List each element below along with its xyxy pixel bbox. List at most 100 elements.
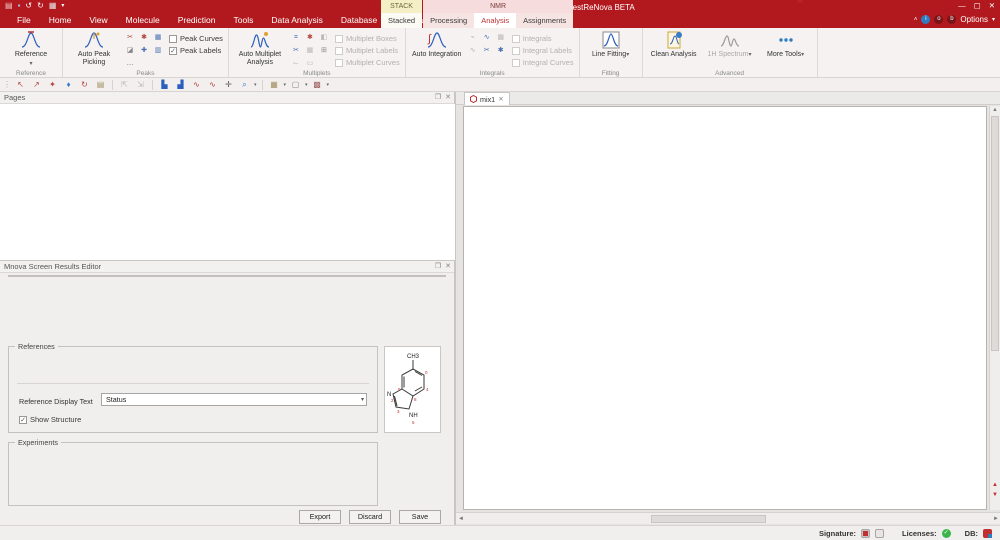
- menu-file[interactable]: File: [8, 14, 40, 26]
- clipboard-icon[interactable]: [875, 529, 884, 538]
- qat-dropdown-icon[interactable]: ▾: [61, 2, 64, 9]
- minimize-icon[interactable]: —: [958, 1, 966, 10]
- scroll-right-icon[interactable]: ►: [993, 513, 999, 525]
- rotate-icon[interactable]: ↻: [78, 80, 91, 89]
- menu-tools[interactable]: Tools: [225, 14, 263, 26]
- discard-button[interactable]: Discard: [349, 510, 391, 524]
- line-fitting-button[interactable]: Line Fitting▾: [585, 30, 637, 68]
- menu-molecule[interactable]: Molecule: [117, 14, 169, 26]
- notifications-icon[interactable]: o: [934, 15, 943, 24]
- undo-icon[interactable]: ↺: [25, 1, 32, 10]
- menu-data-analysis[interactable]: Data Analysis: [262, 14, 332, 26]
- checkbox-peak-labels[interactable]: Peak Labels: [169, 46, 223, 55]
- shrink-icon[interactable]: ⇲: [134, 80, 147, 89]
- curve-icon[interactable]: ∿: [190, 80, 203, 89]
- grid-icon[interactable]: ▩: [311, 80, 324, 89]
- dropdown-arrow-icon[interactable]: ▾: [254, 82, 257, 88]
- close-tab-icon[interactable]: ✕: [498, 95, 503, 103]
- reference-button[interactable]: Reference ▾: [5, 30, 57, 68]
- tab-assignments[interactable]: Assignments: [516, 13, 573, 28]
- checkbox-integral-curves[interactable]: Integral Curves: [512, 58, 574, 67]
- checkbox-multiplet-curves[interactable]: Multiplet Curves: [335, 58, 400, 67]
- peaks-view2-icon[interactable]: ▟: [174, 80, 187, 89]
- close-panel-icon[interactable]: ✕: [445, 261, 451, 273]
- print-icon[interactable]: ▦: [49, 1, 57, 10]
- float-panel-icon[interactable]: ❐: [435, 92, 441, 104]
- mini-tool-icon[interactable]: ✂: [290, 45, 302, 56]
- restore-icon[interactable]: ▢: [974, 1, 981, 10]
- collapse-ribbon-icon[interactable]: ˄: [914, 17, 918, 23]
- spectrum-page[interactable]: [463, 106, 987, 510]
- vertical-scrollbar[interactable]: ▲ ▲ ▼: [989, 106, 1000, 510]
- mini-tool-icon[interactable]: ∿: [467, 45, 479, 56]
- dropdown-arrow-icon[interactable]: ▾: [305, 82, 308, 88]
- mini-tool-icon[interactable]: ⌙: [290, 58, 302, 69]
- dropdown-arrow-icon[interactable]: ▾: [327, 82, 330, 88]
- mini-tool-icon[interactable]: ✂: [124, 32, 136, 43]
- pin-icon[interactable]: ♦: [62, 80, 75, 89]
- mini-tool-icon[interactable]: ▦: [304, 45, 316, 56]
- save-button[interactable]: Save: [399, 510, 441, 524]
- checkbox-multiplet-labels[interactable]: Multiplet Labels: [335, 46, 400, 55]
- more-tools-button[interactable]: More Tools▾: [760, 30, 812, 68]
- mini-tool-icon[interactable]: ◪: [124, 45, 136, 56]
- mini-tool-icon[interactable]: ▥: [152, 45, 164, 56]
- layout-icon[interactable]: ▦: [268, 80, 281, 89]
- toolbar-handle[interactable]: ⋮: [3, 80, 11, 89]
- scrollbar-thumb[interactable]: [991, 116, 999, 351]
- menu-home[interactable]: Home: [40, 14, 81, 26]
- scroll-up-icon[interactable]: ▲: [990, 107, 1000, 113]
- checkbox-peak-curves[interactable]: Peak Curves: [169, 34, 223, 43]
- expand-icon[interactable]: ⇱: [118, 80, 131, 89]
- mini-tool-icon[interactable]: ▭: [304, 58, 316, 69]
- license-status-icon[interactable]: ✓: [942, 529, 951, 538]
- clean-analysis-button[interactable]: Clean Analysis: [648, 30, 700, 68]
- auto-peak-picking-button[interactable]: Auto Peak Picking: [68, 30, 120, 68]
- mini-tool-icon[interactable]: ✚: [138, 45, 150, 56]
- mini-tool-icon[interactable]: ✱: [138, 32, 150, 43]
- database-icon[interactable]: [983, 529, 992, 538]
- checkbox-multiplet-boxes[interactable]: Multiplet Boxes: [335, 34, 400, 43]
- redo-icon[interactable]: ↻: [37, 1, 44, 10]
- crosshair-icon[interactable]: ✛: [222, 80, 235, 89]
- peaks-view-icon[interactable]: ▙: [158, 80, 171, 89]
- tab-processing[interactable]: Processing: [423, 13, 474, 28]
- tab-analysis[interactable]: Analysis: [474, 13, 516, 28]
- mini-tool-icon[interactable]: ✂: [481, 45, 493, 56]
- checkbox-integral-labels[interactable]: Integral Labels: [512, 46, 574, 55]
- scrollbar-thumb[interactable]: [651, 515, 766, 523]
- mini-tool-icon[interactable]: ∿: [481, 32, 493, 43]
- auto-multiplet-analysis-button[interactable]: Auto Multiplet Analysis: [234, 30, 286, 68]
- mini-tool-icon[interactable]: ▦: [152, 32, 164, 43]
- mini-tool-icon[interactable]: ⌗: [290, 32, 302, 43]
- info-icon[interactable]: i: [921, 15, 930, 24]
- float-panel-icon[interactable]: ❐: [435, 261, 441, 273]
- mini-tool-icon[interactable]: ⌁: [467, 32, 479, 43]
- curve2-icon[interactable]: ∿: [206, 80, 219, 89]
- scroll-left-icon[interactable]: ◄: [458, 513, 464, 525]
- zoom-down-icon[interactable]: ▼: [992, 492, 998, 498]
- menu-view[interactable]: View: [80, 14, 116, 26]
- auto-integration-button[interactable]: ∫ Auto Integration: [411, 30, 463, 68]
- select-arrow-icon[interactable]: ↖: [14, 80, 27, 89]
- zoom-icon[interactable]: ⌕: [238, 80, 251, 90]
- mini-tool-icon[interactable]: ⊞: [318, 45, 330, 56]
- copy-page-icon[interactable]: ▤: [94, 80, 107, 89]
- select-alt-icon[interactable]: ↗: [30, 80, 43, 89]
- options-button[interactable]: Options: [960, 15, 988, 24]
- close-icon[interactable]: ✕: [989, 1, 995, 10]
- export-button[interactable]: Export: [299, 510, 341, 524]
- pan-hand-icon[interactable]: ✦: [46, 80, 59, 89]
- show-structure-checkbox[interactable]: Show Structure: [19, 415, 81, 424]
- spectrum-1h-button[interactable]: 1H Spectrum▾: [704, 30, 756, 68]
- frame-icon[interactable]: ▢: [289, 80, 302, 89]
- checkbox-integrals[interactable]: Integrals: [512, 34, 574, 43]
- user-icon[interactable]: b: [947, 15, 956, 24]
- dropdown-arrow-icon[interactable]: ▾: [284, 82, 287, 88]
- mini-tool-icon[interactable]: ✱: [495, 45, 507, 56]
- signature-icon[interactable]: [861, 529, 870, 538]
- menu-database[interactable]: Database: [332, 14, 386, 26]
- zoom-up-icon[interactable]: ▲: [992, 482, 998, 488]
- close-panel-icon[interactable]: ✕: [445, 92, 451, 104]
- open-icon[interactable]: ▤: [5, 1, 13, 10]
